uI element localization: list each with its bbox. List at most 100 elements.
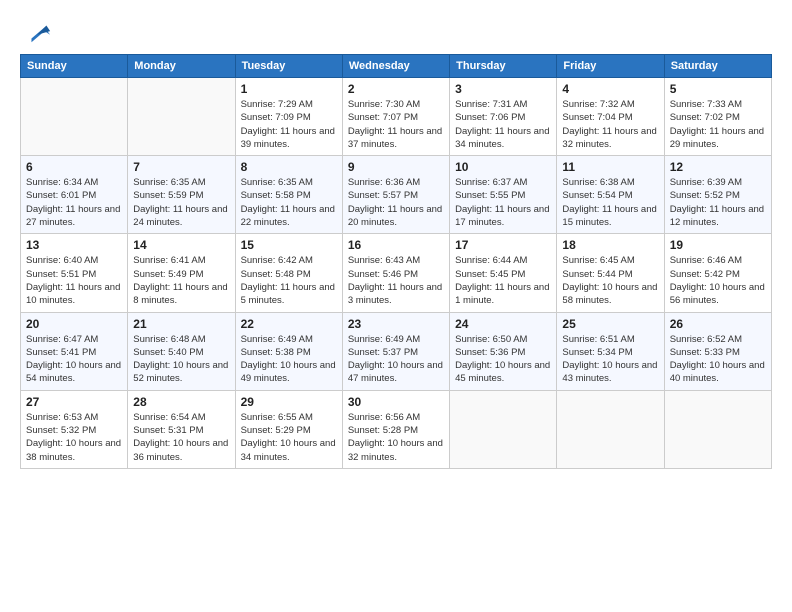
calendar-cell: 3 Sunrise: 7:31 AM Sunset: 7:06 PM Daylig…: [450, 78, 557, 156]
day-info: Sunrise: 6:41 AM Sunset: 5:49 PM Dayligh…: [133, 254, 229, 307]
calendar-cell: [128, 78, 235, 156]
day-number: 30: [348, 395, 444, 409]
day-info: Sunrise: 7:32 AM Sunset: 7:04 PM Dayligh…: [562, 98, 658, 151]
day-number: 5: [670, 82, 766, 96]
calendar-cell: 14 Sunrise: 6:41 AM Sunset: 5:49 PM Dayli…: [128, 234, 235, 312]
day-number: 12: [670, 160, 766, 174]
day-info: Sunrise: 7:29 AM Sunset: 7:09 PM Dayligh…: [241, 98, 337, 151]
day-number: 27: [26, 395, 122, 409]
day-info: Sunrise: 6:43 AM Sunset: 5:46 PM Dayligh…: [348, 254, 444, 307]
day-number: 8: [241, 160, 337, 174]
weekday-header-sunday: Sunday: [21, 55, 128, 78]
weekday-header-thursday: Thursday: [450, 55, 557, 78]
calendar-cell: 25 Sunrise: 6:51 AM Sunset: 5:34 PM Dayli…: [557, 312, 664, 390]
calendar-cell: 10 Sunrise: 6:37 AM Sunset: 5:55 PM Dayli…: [450, 156, 557, 234]
day-info: Sunrise: 6:47 AM Sunset: 5:41 PM Dayligh…: [26, 333, 122, 386]
calendar-cell: [450, 390, 557, 468]
calendar-week-row: 1 Sunrise: 7:29 AM Sunset: 7:09 PM Daylig…: [21, 78, 772, 156]
day-number: 25: [562, 317, 658, 331]
weekday-header-wednesday: Wednesday: [342, 55, 449, 78]
day-info: Sunrise: 6:35 AM Sunset: 5:58 PM Dayligh…: [241, 176, 337, 229]
day-info: Sunrise: 6:45 AM Sunset: 5:44 PM Dayligh…: [562, 254, 658, 307]
weekday-header-tuesday: Tuesday: [235, 55, 342, 78]
calendar-cell: 16 Sunrise: 6:43 AM Sunset: 5:46 PM Dayli…: [342, 234, 449, 312]
day-number: 23: [348, 317, 444, 331]
day-number: 28: [133, 395, 229, 409]
calendar-week-row: 27 Sunrise: 6:53 AM Sunset: 5:32 PM Dayli…: [21, 390, 772, 468]
day-info: Sunrise: 7:30 AM Sunset: 7:07 PM Dayligh…: [348, 98, 444, 151]
logo-icon: [24, 18, 52, 46]
day-number: 26: [670, 317, 766, 331]
calendar-cell: 13Sunrise: 6:40 AM Sunset: 5:51 PM Dayli…: [21, 234, 128, 312]
day-info: Sunrise: 6:48 AM Sunset: 5:40 PM Dayligh…: [133, 333, 229, 386]
day-number: 13: [26, 238, 122, 252]
day-info: Sunrise: 6:46 AM Sunset: 5:42 PM Dayligh…: [670, 254, 766, 307]
day-number: 1: [241, 82, 337, 96]
day-info: Sunrise: 6:49 AM Sunset: 5:37 PM Dayligh…: [348, 333, 444, 386]
calendar-cell: 22 Sunrise: 6:49 AM Sunset: 5:38 PM Dayli…: [235, 312, 342, 390]
day-number: 22: [241, 317, 337, 331]
day-info: Sunrise: 6:39 AM Sunset: 5:52 PM Dayligh…: [670, 176, 766, 229]
day-number: 17: [455, 238, 551, 252]
calendar-cell: [557, 390, 664, 468]
page: SundayMondayTuesdayWednesdayThursdayFrid…: [0, 0, 792, 612]
day-info: Sunrise: 6:35 AM Sunset: 5:59 PM Dayligh…: [133, 176, 229, 229]
day-number: 10: [455, 160, 551, 174]
calendar-header-row: SundayMondayTuesdayWednesdayThursdayFrid…: [21, 55, 772, 78]
day-number: 3: [455, 82, 551, 96]
calendar-cell: 17 Sunrise: 6:44 AM Sunset: 5:45 PM Dayli…: [450, 234, 557, 312]
day-number: 18: [562, 238, 658, 252]
calendar-cell: 24 Sunrise: 6:50 AM Sunset: 5:36 PM Dayli…: [450, 312, 557, 390]
calendar-cell: [21, 78, 128, 156]
day-info: Sunrise: 6:55 AM Sunset: 5:29 PM Dayligh…: [241, 411, 337, 464]
day-number: 2: [348, 82, 444, 96]
day-info: Sunrise: 6:42 AM Sunset: 5:48 PM Dayligh…: [241, 254, 337, 307]
calendar-cell: [664, 390, 771, 468]
day-info: Sunrise: 6:54 AM Sunset: 5:31 PM Dayligh…: [133, 411, 229, 464]
calendar-cell: 29 Sunrise: 6:55 AM Sunset: 5:29 PM Dayli…: [235, 390, 342, 468]
calendar-cell: 4 Sunrise: 7:32 AM Sunset: 7:04 PM Daylig…: [557, 78, 664, 156]
calendar-cell: 5 Sunrise: 7:33 AM Sunset: 7:02 PM Daylig…: [664, 78, 771, 156]
calendar-cell: 6 Sunrise: 6:34 AM Sunset: 6:01 PM Daylig…: [21, 156, 128, 234]
calendar-cell: 12 Sunrise: 6:39 AM Sunset: 5:52 PM Dayli…: [664, 156, 771, 234]
calendar-cell: 19 Sunrise: 6:46 AM Sunset: 5:42 PM Dayli…: [664, 234, 771, 312]
day-number: 21: [133, 317, 229, 331]
calendar-cell: 21 Sunrise: 6:48 AM Sunset: 5:40 PM Dayli…: [128, 312, 235, 390]
day-info: Sunrise: 7:33 AM Sunset: 7:02 PM Dayligh…: [670, 98, 766, 151]
day-number: 24: [455, 317, 551, 331]
calendar-cell: 26 Sunrise: 6:52 AM Sunset: 5:33 PM Dayli…: [664, 312, 771, 390]
day-info: Sunrise: 6:49 AM Sunset: 5:38 PM Dayligh…: [241, 333, 337, 386]
header: [20, 18, 772, 46]
calendar-cell: 9Sunrise: 6:36 AM Sunset: 5:57 PM Daylig…: [342, 156, 449, 234]
day-number: 19: [670, 238, 766, 252]
day-info: Sunrise: 6:34 AM Sunset: 6:01 PM Dayligh…: [26, 176, 122, 229]
calendar-cell: 30Sunrise: 6:56 AM Sunset: 5:28 PM Dayli…: [342, 390, 449, 468]
day-number: 15: [241, 238, 337, 252]
day-number: 14: [133, 238, 229, 252]
day-info: Sunrise: 7:31 AM Sunset: 7:06 PM Dayligh…: [455, 98, 551, 151]
calendar-cell: 18 Sunrise: 6:45 AM Sunset: 5:44 PM Dayli…: [557, 234, 664, 312]
day-number: 29: [241, 395, 337, 409]
calendar-cell: 23 Sunrise: 6:49 AM Sunset: 5:37 PM Dayli…: [342, 312, 449, 390]
calendar-cell: 8 Sunrise: 6:35 AM Sunset: 5:58 PM Daylig…: [235, 156, 342, 234]
day-info: Sunrise: 6:37 AM Sunset: 5:55 PM Dayligh…: [455, 176, 551, 229]
day-info: Sunrise: 6:51 AM Sunset: 5:34 PM Dayligh…: [562, 333, 658, 386]
day-info: Sunrise: 6:44 AM Sunset: 5:45 PM Dayligh…: [455, 254, 551, 307]
calendar-cell: 1 Sunrise: 7:29 AM Sunset: 7:09 PM Daylig…: [235, 78, 342, 156]
day-number: 16: [348, 238, 444, 252]
calendar-cell: 20 Sunrise: 6:47 AM Sunset: 5:41 PM Dayli…: [21, 312, 128, 390]
day-number: 9: [348, 160, 444, 174]
calendar-table: SundayMondayTuesdayWednesdayThursdayFrid…: [20, 54, 772, 469]
calendar-cell: 15 Sunrise: 6:42 AM Sunset: 5:48 PM Dayli…: [235, 234, 342, 312]
day-number: 4: [562, 82, 658, 96]
weekday-header-friday: Friday: [557, 55, 664, 78]
day-info: Sunrise: 6:50 AM Sunset: 5:36 PM Dayligh…: [455, 333, 551, 386]
day-number: 20: [26, 317, 122, 331]
day-info: Sunrise: 6:53 AM Sunset: 5:32 PM Dayligh…: [26, 411, 122, 464]
calendar-week-row: 6 Sunrise: 6:34 AM Sunset: 6:01 PM Daylig…: [21, 156, 772, 234]
day-number: 6: [26, 160, 122, 174]
logo: [20, 18, 52, 46]
calendar-week-row: 13Sunrise: 6:40 AM Sunset: 5:51 PM Dayli…: [21, 234, 772, 312]
day-number: 11: [562, 160, 658, 174]
day-info: Sunrise: 6:52 AM Sunset: 5:33 PM Dayligh…: [670, 333, 766, 386]
